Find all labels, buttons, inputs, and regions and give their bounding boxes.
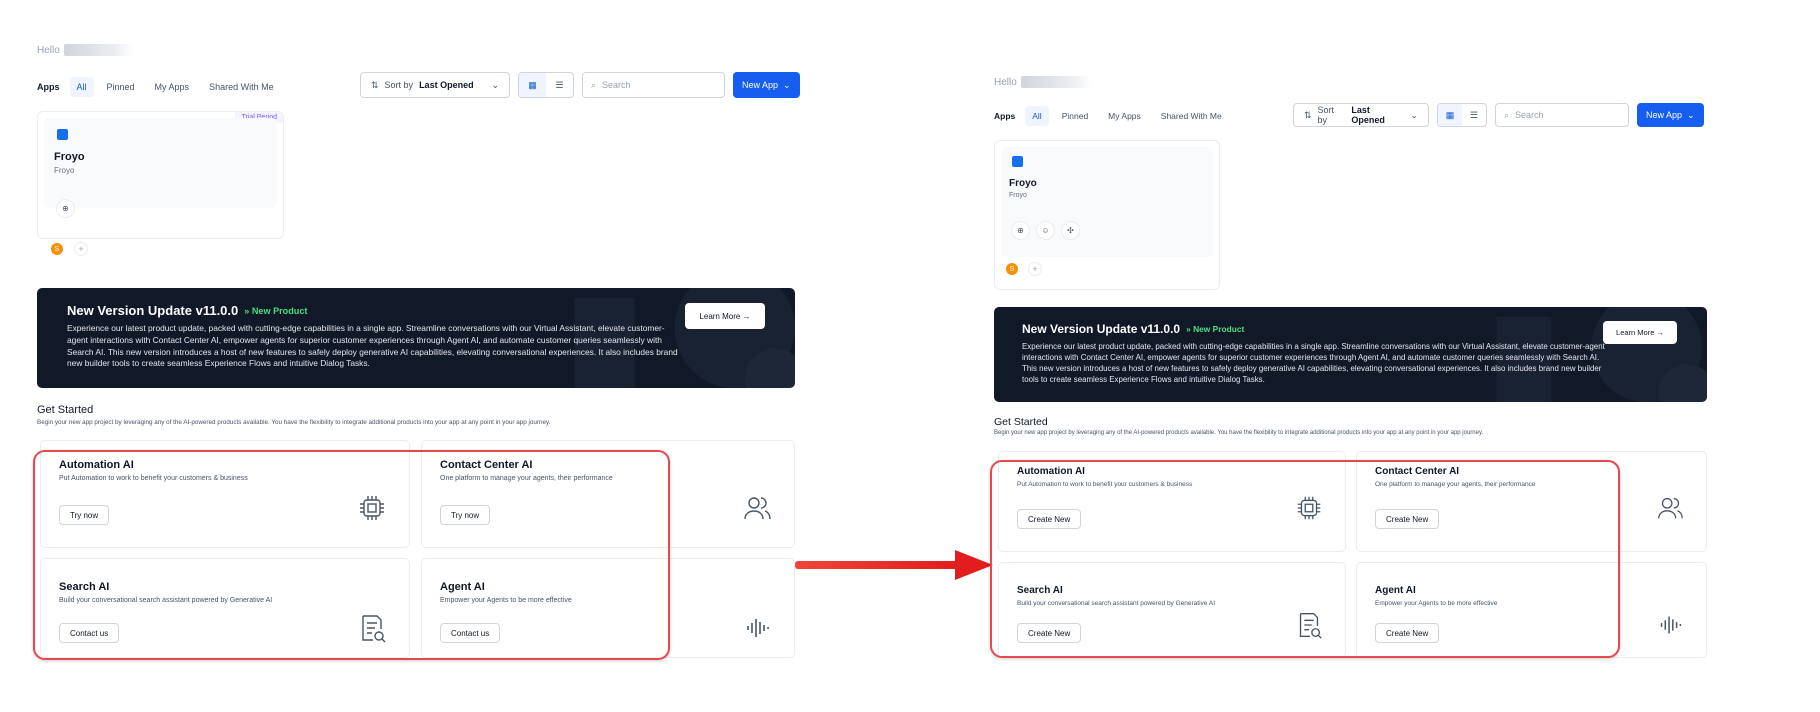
sort-dropdown[interactable]: ⇅ Sort by Last Opened ⌄: [1293, 103, 1429, 127]
version-banner: New Version Update v11.0.0 » New Product…: [994, 307, 1707, 402]
sort-label: Sort by: [384, 80, 414, 90]
highlight-box-left: [33, 450, 670, 660]
add-member-button[interactable]: +: [1028, 262, 1042, 276]
version-banner: New Version Update v11.0.0 » New Product…: [37, 288, 795, 388]
grid-view-icon[interactable]: ▦: [1438, 104, 1462, 126]
avatar: S: [1006, 263, 1018, 275]
get-started-subtitle: Begin your new app project by leveraging…: [37, 419, 551, 426]
tab-all[interactable]: All: [69, 77, 94, 97]
left-screen: Hello Apps All Pinned My Apps Shared Wit…: [0, 0, 820, 712]
tab-shared-with-me[interactable]: Shared With Me: [1154, 106, 1229, 126]
highlight-box-right: [990, 460, 1620, 658]
chevron-down-icon: ⌄: [491, 79, 499, 90]
banner-title: New Version Update v11.0.0 » New Product: [1022, 322, 1244, 336]
new-product-tag: » New Product: [244, 305, 308, 316]
search-icon: ⌕: [591, 79, 597, 90]
tab-my-apps[interactable]: My Apps: [1101, 106, 1148, 126]
get-started-subtitle: Begin your new app project by leveraging…: [994, 430, 1484, 436]
new-product-tag: » New Product: [1186, 324, 1245, 334]
search-placeholder: Search: [1515, 110, 1544, 120]
list-view-icon[interactable]: ☰: [1462, 104, 1486, 126]
tab-pinned[interactable]: Pinned: [1055, 106, 1095, 126]
view-toggle: ▦ ☰: [518, 72, 574, 98]
app-icon: [1012, 156, 1023, 167]
new-app-button[interactable]: New App ⌄: [1637, 103, 1704, 127]
new-app-label: New App: [742, 80, 779, 90]
chevron-down-icon: ⌄: [1410, 109, 1418, 120]
users-icon: [1658, 497, 1683, 519]
sort-icon: ⇅: [371, 79, 379, 90]
flow-icon: ✣: [1061, 221, 1080, 240]
globe-icon: ⊕: [1011, 221, 1030, 240]
list-view-icon[interactable]: ☰: [546, 73, 573, 97]
apps-tabs: Apps All Pinned My Apps Shared With Me: [37, 77, 281, 97]
user-icon: ☺: [1036, 221, 1055, 240]
tab-pinned[interactable]: Pinned: [100, 77, 142, 97]
app-subtitle: Froyo: [54, 166, 75, 175]
tab-shared-with-me[interactable]: Shared With Me: [202, 77, 281, 97]
new-product-label: New Product: [1193, 324, 1245, 334]
avatar: S: [51, 243, 63, 255]
add-member-button[interactable]: +: [74, 242, 88, 256]
banner-title: New Version Update v11.0.0 » New Product: [67, 303, 307, 318]
sort-value: Last Opened: [419, 80, 474, 90]
app-icon: [57, 129, 68, 140]
sort-icon: ⇅: [1304, 109, 1312, 120]
redacted-username: [63, 44, 134, 56]
get-started-title: Get Started: [994, 416, 1048, 428]
app-card-froyo[interactable]: Trial Period Froyo Froyo ⊕ S +: [37, 111, 284, 256]
app-card-froyo[interactable]: Froyo Froyo ⊕ ☺ ✣ S +: [994, 140, 1220, 290]
search-input[interactable]: ⌕ Search: [1495, 103, 1629, 127]
apps-tabs: Apps All Pinned My Apps Shared With Me: [994, 106, 1229, 126]
get-started-title: Get Started: [37, 404, 94, 416]
search-placeholder: Search: [602, 80, 631, 90]
view-toggle: ▦ ☰: [1437, 103, 1487, 127]
app-card-body: [44, 118, 277, 208]
app-subtitle: Froyo: [1009, 192, 1027, 199]
voice-wave-icon: [1660, 616, 1682, 634]
learn-more-button[interactable]: Learn More →: [685, 303, 765, 329]
greeting: Hello: [994, 76, 1091, 88]
toolbar: ⇅ Sort by Last Opened ⌄ ▦ ☰ ⌕ Search New…: [360, 72, 800, 98]
redacted-username: [1020, 76, 1091, 88]
app-name: Froyo: [54, 151, 85, 163]
transition-arrow-icon: [795, 550, 993, 580]
chevron-down-icon: ⌄: [1687, 109, 1695, 120]
globe-icon: ⊕: [56, 199, 75, 218]
tab-all[interactable]: All: [1025, 106, 1049, 126]
sort-label: Sort by: [1317, 105, 1335, 125]
toolbar: ⇅ Sort by Last Opened ⌄ ▦ ☰ ⌕ Search New…: [1293, 103, 1704, 127]
app-card-body: [1001, 147, 1213, 257]
banner-title-text: New Version Update v11.0.0: [67, 303, 239, 318]
sort-dropdown[interactable]: ⇅ Sort by Last Opened ⌄: [360, 72, 510, 98]
grid-view-icon[interactable]: ▦: [519, 73, 546, 97]
banner-description: Experience our latest product update, pa…: [1022, 342, 1605, 385]
new-app-label: New App: [1646, 110, 1683, 120]
voice-wave-icon: [747, 619, 769, 637]
greeting-text: Hello: [37, 44, 60, 56]
apps-heading: Apps: [37, 82, 60, 92]
banner-title-text: New Version Update v11.0.0: [1022, 322, 1181, 336]
right-screen: Hello Apps All Pinned My Apps Shared Wit…: [990, 0, 1710, 712]
apps-heading: Apps: [994, 111, 1016, 121]
app-name: Froyo: [1009, 178, 1037, 189]
learn-more-button[interactable]: Learn More →: [1603, 321, 1677, 344]
tab-my-apps[interactable]: My Apps: [148, 77, 197, 97]
new-app-button[interactable]: New App ⌄: [733, 72, 800, 98]
greeting-text: Hello: [994, 76, 1017, 88]
chevron-down-icon: ⌄: [783, 79, 791, 90]
greeting: Hello: [37, 44, 134, 56]
new-product-label: New Product: [251, 305, 308, 316]
search-input[interactable]: ⌕ Search: [582, 72, 725, 98]
search-icon: ⌕: [1504, 109, 1510, 120]
banner-description: Experience our latest product update, pa…: [67, 323, 678, 369]
sort-value: Last Opened: [1351, 105, 1385, 125]
users-icon: [744, 497, 771, 520]
